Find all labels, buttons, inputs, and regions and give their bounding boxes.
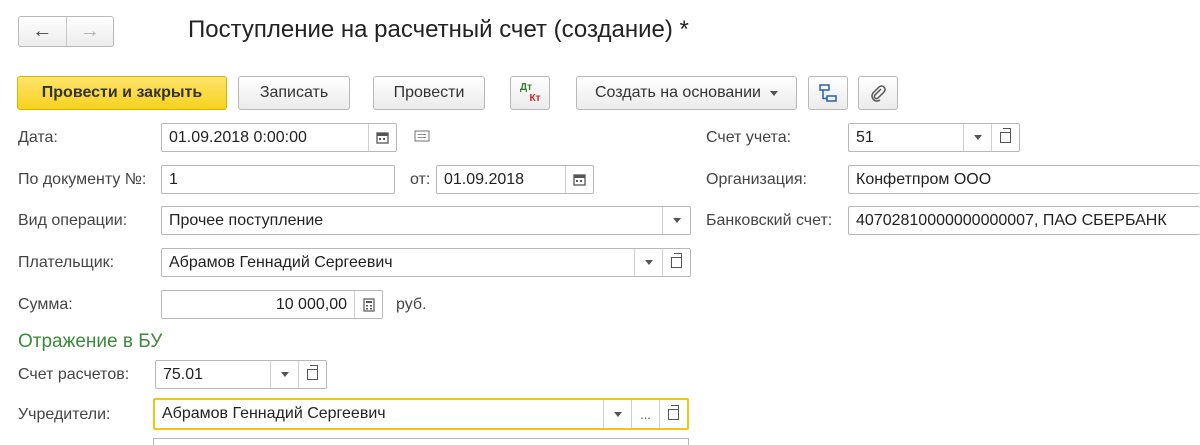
calendar-icon[interactable] [565, 166, 593, 193]
comment-icon[interactable] [414, 129, 430, 148]
date-field[interactable]: 01.09.2018 0:00:00 [161, 123, 397, 152]
operation-label: Вид операции: [18, 212, 128, 229]
organization-label: Организация: [706, 171, 807, 188]
payer-field[interactable]: Абрамов Геннадий Сергеевич [161, 248, 691, 277]
payer-value: Абрамов Геннадий Сергеевич [169, 253, 393, 271]
bank-account-field[interactable]: 40702810000000000007, ПАО СБЕРБАНК [848, 206, 1200, 235]
dt-kt-icon-dt: Дт [519, 82, 533, 93]
create-based-on-button[interactable]: Создать на основании [576, 76, 797, 110]
date-value: 01.09.2018 0:00:00 [169, 128, 307, 146]
amount-label: Сумма: [18, 296, 73, 313]
amount-value: 10 000,00 [275, 295, 347, 313]
chevron-down-icon[interactable] [662, 207, 690, 234]
more-button[interactable]: ... [631, 400, 659, 428]
doc-number-value: 1 [169, 170, 178, 188]
structure-icon [819, 84, 837, 102]
bank-account-label: Банковский счет: [706, 212, 833, 229]
open-icon[interactable] [298, 361, 326, 388]
chevron-down-icon [770, 90, 778, 96]
doc-number-label: По документу №: [18, 171, 147, 188]
chevron-down-icon[interactable] [603, 400, 631, 428]
calculator-icon[interactable] [354, 291, 382, 318]
post-and-close-button[interactable]: Провести и закрыть [17, 76, 227, 110]
account-value: 51 [856, 128, 874, 146]
settlement-account-field[interactable]: 75.01 [155, 360, 327, 389]
nav-group: ← → [18, 16, 114, 47]
structure-button[interactable] [808, 76, 848, 110]
create-based-on-label: Создать на основании [595, 84, 761, 101]
from-date-value: 01.09.2018 [444, 170, 525, 188]
chevron-down-icon[interactable] [634, 249, 662, 276]
section-title-bu: Отражение в БУ [18, 331, 163, 352]
doc-number-field[interactable]: 1 [161, 165, 395, 194]
dt-kt-icon-kt: Кт [529, 93, 541, 104]
founders-label: Учредители: [18, 406, 111, 423]
settlement-account-value: 75.01 [163, 365, 204, 383]
founders-field[interactable]: Абрамов Геннадий Сергеевич ... [153, 398, 689, 430]
next-row-field-partial [153, 438, 689, 445]
dt-kt-button[interactable]: Дт Кт [510, 76, 550, 110]
from-date-field[interactable]: 01.09.2018 [436, 165, 594, 194]
organization-field[interactable]: Конфетпром ООО [848, 165, 1200, 194]
payer-label: Плательщик: [18, 254, 115, 271]
open-icon[interactable] [991, 124, 1019, 151]
currency-label: руб. [396, 296, 427, 313]
organization-value: Конфетпром ООО [856, 170, 992, 188]
open-icon[interactable] [662, 249, 690, 276]
page-title: Поступление на расчетный счет (создание)… [188, 16, 689, 43]
chevron-down-icon[interactable] [270, 361, 298, 388]
operation-select[interactable]: Прочее поступление [161, 206, 691, 235]
attach-button[interactable] [858, 76, 898, 110]
post-button[interactable]: Провести [373, 76, 485, 110]
account-label: Счет учета: [706, 129, 792, 146]
date-label: Дата: [18, 129, 58, 146]
founders-value: Абрамов Геннадий Сергеевич [162, 405, 386, 422]
open-icon[interactable] [659, 400, 687, 428]
chevron-down-icon[interactable] [963, 124, 991, 151]
from-label: от: [410, 171, 431, 188]
account-field[interactable]: 51 [848, 123, 1020, 152]
bank-account-value: 40702810000000000007, ПАО СБЕРБАНК [856, 211, 1167, 229]
paperclip-icon [871, 85, 886, 102]
save-button[interactable]: Записать [238, 76, 350, 110]
forward-arrow-icon[interactable]: → [65, 17, 114, 46]
amount-field[interactable]: 10 000,00 [161, 290, 383, 319]
back-arrow-icon[interactable]: ← [19, 17, 66, 46]
operation-value: Прочее поступление [169, 211, 324, 229]
calendar-icon[interactable] [368, 124, 396, 151]
settlement-account-label: Счет расчетов: [18, 366, 130, 383]
